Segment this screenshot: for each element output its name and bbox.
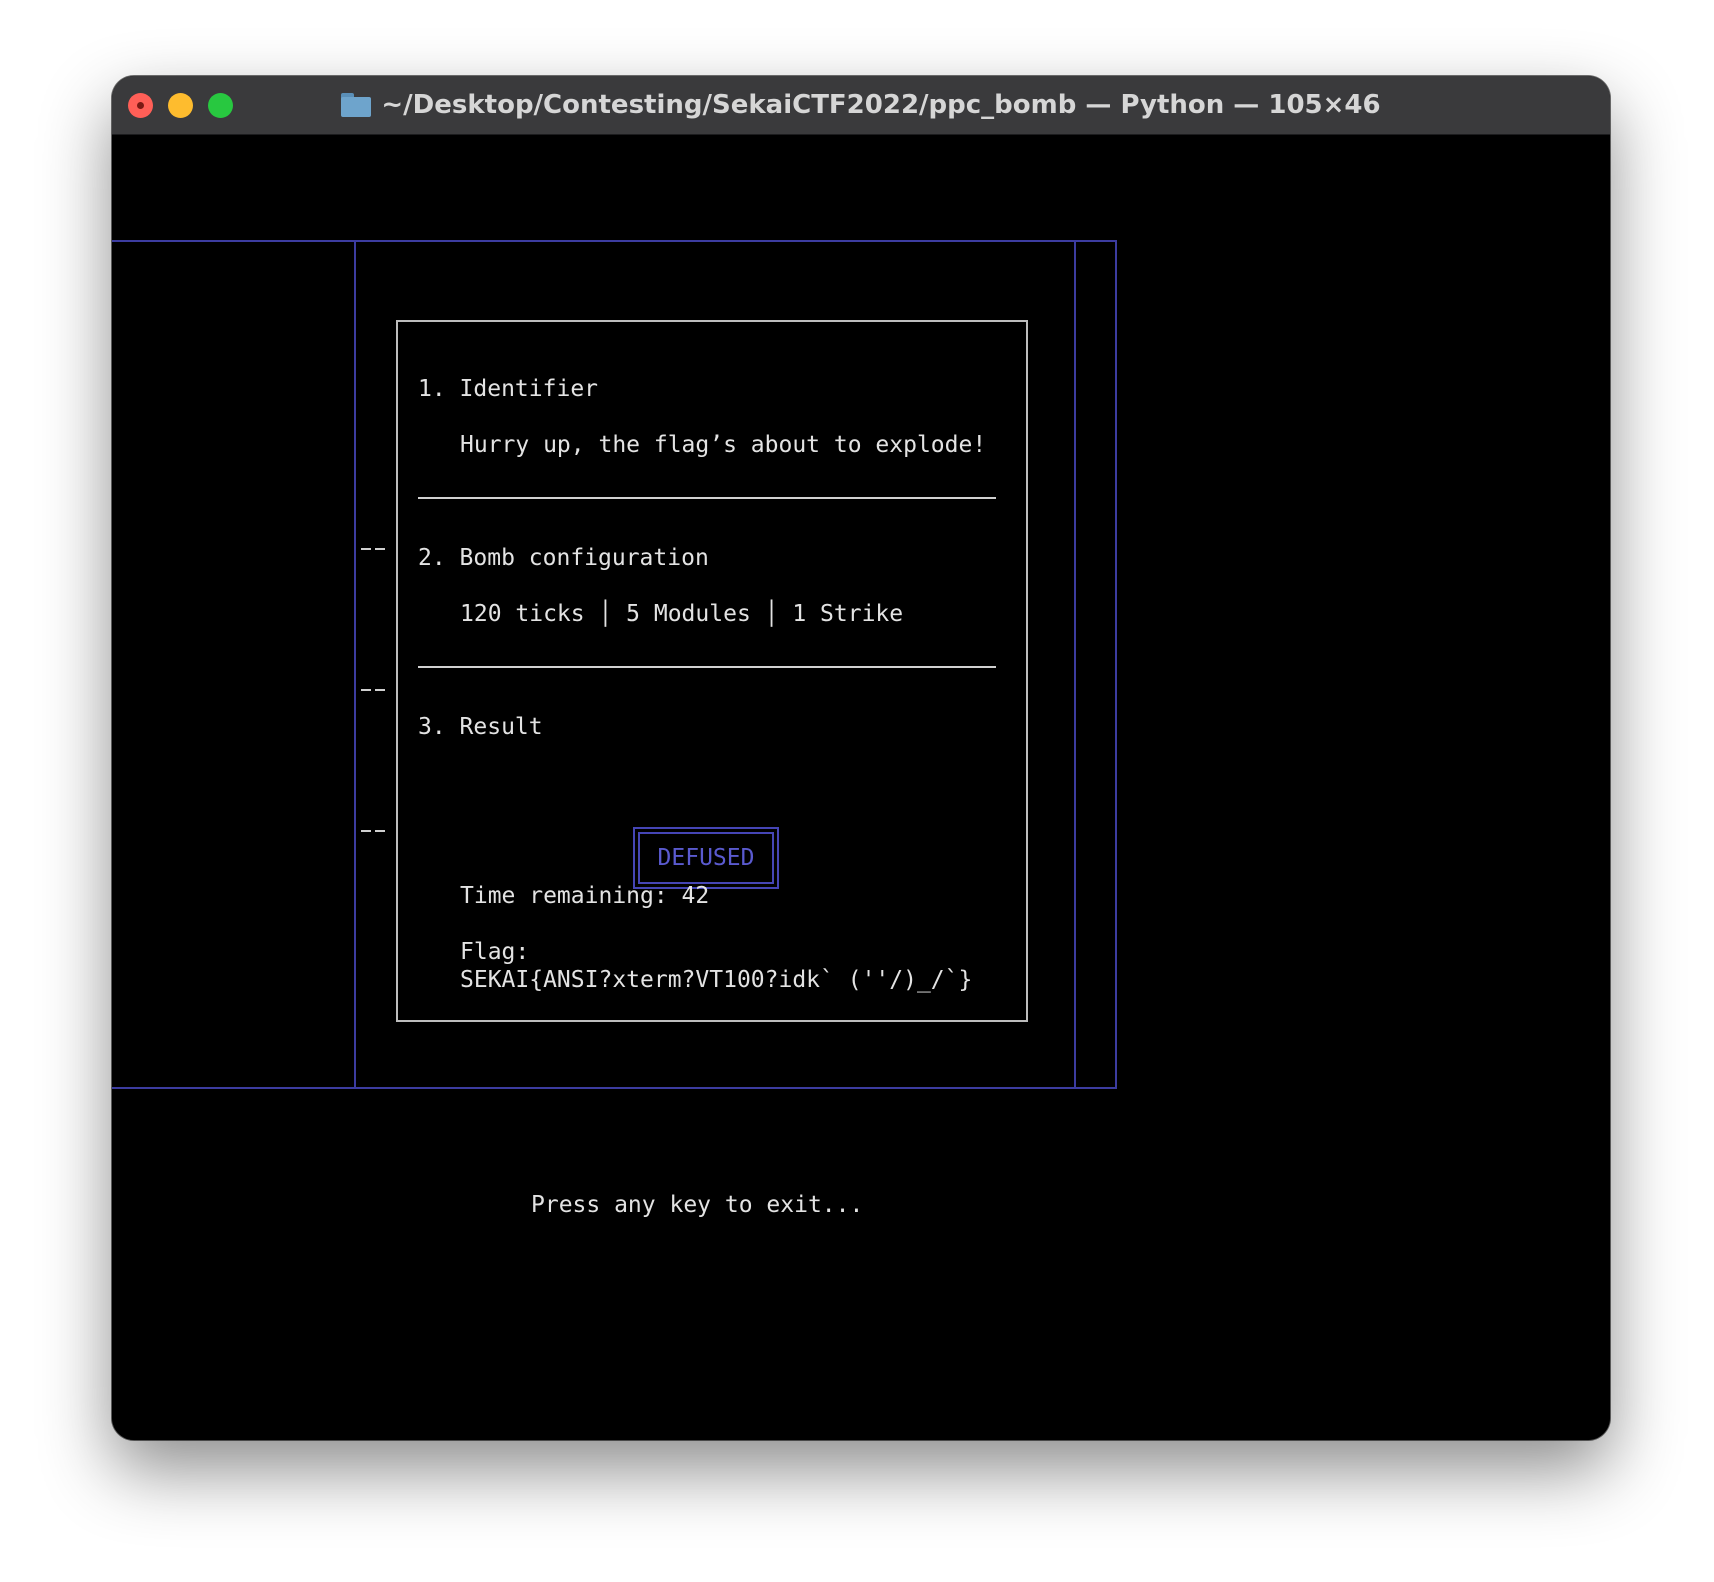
frame-outer-right-line <box>1115 240 1117 1089</box>
window-title: ~/Desktop/Contesting/SekaiCTF2022/ppc_bo… <box>381 90 1381 120</box>
frame-bottom-line <box>112 1087 1117 1089</box>
flag-value: SEKAI{ANSI?xterm?VT100?idk` (''/)_/`} <box>460 967 973 993</box>
defused-status-label: DEFUSED <box>638 832 774 884</box>
frame-left-line <box>354 240 356 1089</box>
section-config-heading: 2. Bomb configuration <box>418 545 709 571</box>
section-divider <box>418 497 996 499</box>
connector-dash <box>361 689 387 691</box>
bomb-panel <box>396 320 1028 1022</box>
frame-top-line <box>112 240 1117 242</box>
section-identifier-heading: 1. Identifier <box>418 376 599 402</box>
config-text: 120 ticks │ 5 Modules │ 1 Strike <box>460 601 904 627</box>
identifier-text: Hurry up, the flag’s about to explode! <box>460 432 987 458</box>
terminal-content[interactable]: 1. Identifier Hurry up, the flag’s about… <box>112 135 1610 1440</box>
connector-dash <box>361 830 387 832</box>
window-title-area: ~/Desktop/Contesting/SekaiCTF2022/ppc_bo… <box>112 76 1610 134</box>
frame-inner-right-line <box>1074 240 1076 1089</box>
connector-dash <box>361 548 387 550</box>
time-remaining-text: Time remaining: 42 <box>460 883 710 909</box>
folder-icon <box>341 93 372 117</box>
exit-prompt: Press any key to exit... <box>531 1192 864 1218</box>
section-result-heading: 3. Result <box>418 714 543 740</box>
section-divider <box>418 666 996 668</box>
flag-label: Flag: <box>460 939 530 965</box>
terminal-window: ~/Desktop/Contesting/SekaiCTF2022/ppc_bo… <box>112 76 1610 1440</box>
title-bar: ~/Desktop/Contesting/SekaiCTF2022/ppc_bo… <box>112 76 1610 135</box>
defused-status-badge: DEFUSED <box>633 827 779 889</box>
